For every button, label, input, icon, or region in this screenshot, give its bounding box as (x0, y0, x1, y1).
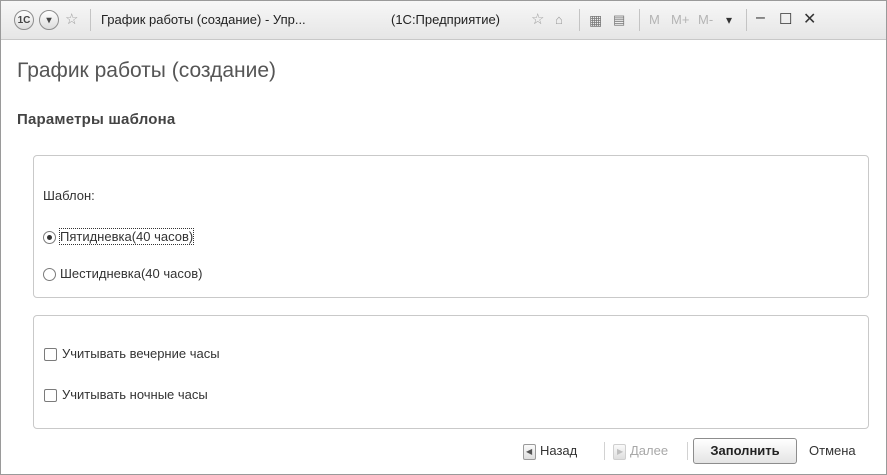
toolbar-menu-icon[interactable]: ▾ (726, 13, 732, 27)
back-button[interactable]: ◀ Назад (523, 438, 577, 464)
window-app-name: (1С:Предприятие) (391, 12, 501, 27)
calculator-icon[interactable]: ▦ (589, 10, 602, 30)
memory-minus-button[interactable]: M- (698, 12, 713, 27)
evening-hours-checkbox[interactable] (44, 348, 57, 361)
night-hours-label[interactable]: Учитывать ночные часы (62, 387, 208, 402)
template-group: Шаблон: Пятидневка(40 часов) Шестидневка… (33, 155, 869, 298)
minimize-icon[interactable]: – (756, 9, 765, 27)
calendar-icon[interactable]: ▤ (613, 10, 625, 30)
back-button-label: Назад (540, 443, 578, 458)
title-bar: 1С ▾ ☆ График работы (создание) - Упр...… (1, 1, 886, 40)
toolbar-separator (90, 9, 91, 31)
next-button[interactable]: ▶ Далее (613, 438, 668, 464)
toolbar-separator (579, 9, 580, 31)
maximize-icon[interactable]: ☐ (779, 10, 792, 28)
template-label: Шаблон: (43, 188, 95, 203)
app-window: 1С ▾ ☆ График работы (создание) - Упр...… (0, 0, 887, 475)
history-icon[interactable]: ⌂ (555, 10, 563, 30)
menu-dropdown-icon[interactable]: ▾ (39, 10, 59, 30)
fill-button[interactable]: Заполнить (693, 438, 797, 464)
next-button-label: Далее (630, 443, 669, 458)
back-arrow-icon: ◀ (523, 443, 536, 460)
footer-separator (604, 442, 605, 460)
window-title: График работы (создание) - Упр... (101, 12, 306, 27)
radio-six-day[interactable] (43, 268, 56, 281)
hours-options-group: Учитывать вечерние часы Учитывать ночные… (33, 315, 869, 429)
night-hours-checkbox[interactable] (44, 389, 57, 402)
radio-five-day-label[interactable]: Пятидневка(40 часов) (58, 228, 195, 245)
cancel-button[interactable]: Отмена (809, 438, 856, 464)
radio-five-day[interactable] (43, 231, 56, 244)
memory-m-button[interactable]: M (649, 12, 660, 27)
close-icon[interactable]: ✕ (803, 9, 816, 29)
page-title: График работы (создание) (17, 59, 277, 82)
evening-hours-label[interactable]: Учитывать вечерние часы (62, 346, 220, 361)
section-title: Параметры шаблона (17, 111, 176, 128)
star-icon[interactable]: ☆ (65, 10, 78, 30)
memory-plus-button[interactable]: M+ (671, 12, 689, 27)
footer-separator (687, 442, 688, 460)
next-arrow-icon: ▶ (613, 443, 626, 460)
toolbar-separator (746, 9, 747, 31)
favorite-icon[interactable]: ☆ (531, 10, 544, 30)
app-logo-icon[interactable]: 1С (14, 10, 34, 30)
radio-six-day-label[interactable]: Шестидневка(40 часов) (60, 266, 202, 281)
toolbar-separator (639, 9, 640, 31)
